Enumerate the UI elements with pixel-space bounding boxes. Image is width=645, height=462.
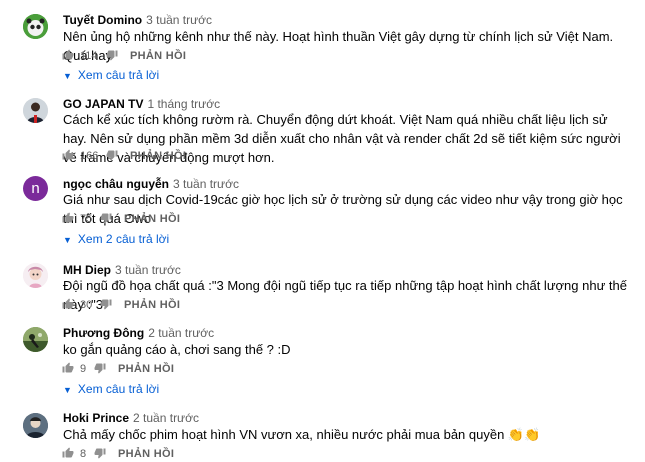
comment-actions: 9 PHẢN HỒI [62,362,262,376]
view-replies-label[interactable]: Xem câu trả lời [78,68,159,82]
like-count: 30 [80,299,93,311]
reply-button[interactable]: PHẢN HỒI [118,363,174,375]
avatar[interactable] [23,263,48,288]
comment-author[interactable]: Phương Đông [63,326,144,340]
avatar[interactable] [23,14,48,39]
view-replies-button[interactable]: ▼ Xem 2 câu trả lời [63,232,169,246]
thumbs-up-icon[interactable] [62,362,74,377]
reply-button[interactable]: PHẢN HỒI [130,150,186,162]
thumbs-up-icon[interactable] [62,149,74,164]
reply-button[interactable]: PHẢN HỒI [124,213,180,225]
like-count: 8 [80,448,87,460]
thumbs-down-icon[interactable] [94,362,106,377]
comment-text: ko gắn quảng cáo à, chơi sang thế ? :D [63,342,291,357]
comment-time[interactable]: 2 tuần trước [133,411,199,425]
thumbs-down-icon[interactable] [106,149,118,164]
like-count: 114 [80,50,98,62]
comment-actions: 166 PHẢN HỒI [62,149,262,163]
comment-time[interactable]: 2 tuần trước [148,326,214,340]
comment-time[interactable]: 3 tuần trước [173,177,239,191]
view-replies-label[interactable]: Xem 2 câu trả lời [78,232,169,246]
avatar[interactable] [23,327,48,352]
like-count: 9 [80,363,87,375]
comment-time[interactable]: 3 tuần trước [115,263,181,277]
comment-actions: 114 PHẢN HỒI [62,49,262,63]
like-count: 166 [80,150,99,162]
reply-button[interactable]: PHẢN HỒI [118,448,174,460]
avatar-letter: n [31,180,40,197]
reply-button[interactable]: PHẢN HỒI [130,50,186,62]
comment-text: Chả mấy chốc phim hoạt hình VN vươn xa, … [63,427,541,442]
comment-author[interactable]: MH Diep [63,263,111,277]
thumbs-up-icon[interactable] [62,212,74,227]
comment-actions: 75 PHẢN HỒI [62,212,262,226]
view-replies-button[interactable]: ▼ Xem câu trả lời [63,68,159,82]
thumbs-down-icon[interactable] [100,212,112,227]
thumbs-down-icon[interactable] [106,49,118,64]
caret-down-icon: ▼ [63,235,72,245]
thumbs-up-icon[interactable] [62,298,74,313]
comment-author[interactable]: GO JAPAN TV [63,97,143,111]
avatar[interactable]: n [23,176,48,201]
comment-time[interactable]: 1 tháng trước [147,97,220,111]
comment-author[interactable]: ngọc châu nguyễn [63,177,169,191]
comment-actions: 8 PHẢN HỒI [62,447,262,461]
caret-down-icon: ▼ [63,71,72,81]
view-replies-button[interactable]: ▼ Xem câu trả lời [63,382,159,396]
view-replies-label[interactable]: Xem câu trả lời [78,382,159,396]
avatar[interactable] [23,98,48,123]
comment-author[interactable]: Hoki Prince [63,411,129,425]
thumbs-down-icon[interactable] [100,298,112,313]
comment-actions: 30 PHẢN HỒI [62,298,262,312]
thumbs-up-icon[interactable] [62,49,74,64]
avatar[interactable] [23,413,48,438]
comment-author[interactable]: Tuyết Domino [63,13,142,27]
comment-time[interactable]: 3 tuần trước [146,13,212,27]
caret-down-icon: ▼ [63,385,72,395]
reply-button[interactable]: PHẢN HỒI [124,299,180,311]
like-count: 75 [80,213,93,225]
